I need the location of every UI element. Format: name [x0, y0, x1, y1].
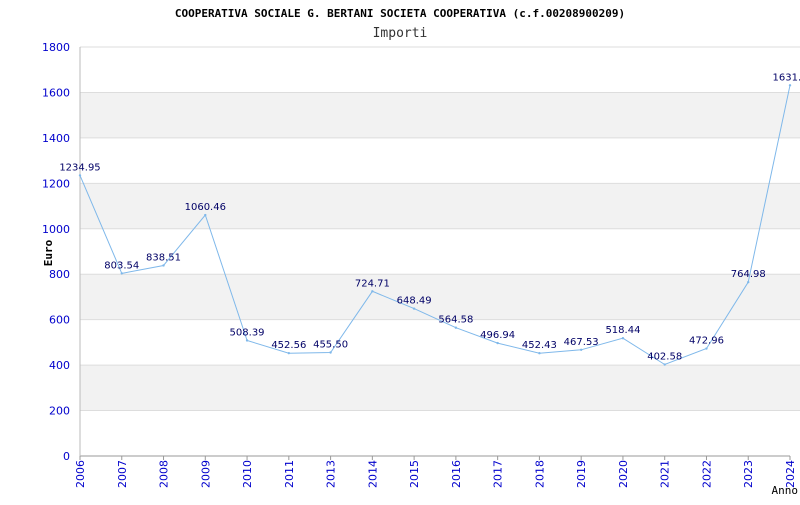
- x-tick-label: 2016: [450, 460, 463, 488]
- data-label: 648.49: [397, 296, 432, 307]
- x-tick-label: 2020: [617, 460, 630, 488]
- data-point: [622, 337, 624, 339]
- x-axis-label: Anno: [772, 484, 799, 497]
- y-tick-label: 600: [49, 314, 70, 327]
- x-tick-label: 2023: [742, 460, 755, 488]
- y-tick-label: 1600: [42, 86, 70, 99]
- data-point: [288, 352, 290, 354]
- y-tick-label: 0: [63, 450, 70, 463]
- y-tick-label: 200: [49, 405, 70, 418]
- x-tick-label: 2017: [492, 460, 505, 488]
- grid-band: [80, 365, 800, 410]
- y-tick-label: 400: [49, 359, 70, 372]
- x-tick-label: 2018: [533, 460, 546, 488]
- x-tick-label: 2010: [241, 460, 254, 488]
- x-tick-label: 2013: [325, 460, 338, 488]
- data-point: [121, 272, 123, 274]
- data-label: 764.98: [731, 269, 766, 280]
- grid-band: [80, 411, 800, 456]
- x-tick-label: 2006: [74, 460, 87, 488]
- data-label: 402.58: [647, 352, 682, 363]
- data-point: [496, 342, 498, 344]
- chart: 020040060080010001200140016001800 200620…: [0, 0, 800, 500]
- y-tick-label: 1400: [42, 132, 70, 145]
- x-tick-label: 2007: [116, 460, 129, 488]
- x-tick-label: 2019: [575, 460, 588, 488]
- data-label: 455.50: [313, 340, 348, 351]
- data-label: 496.94: [480, 330, 515, 341]
- data-label: 1060.46: [185, 202, 226, 213]
- data-label: 564.58: [438, 315, 473, 326]
- x-tick-label: 2022: [700, 460, 713, 488]
- x-tick-label: 2008: [158, 460, 171, 488]
- grid-band: [80, 92, 800, 137]
- data-point: [747, 281, 749, 283]
- data-label: 1234.95: [59, 162, 100, 173]
- y-tick-label: 1800: [42, 41, 70, 54]
- chart-subtitle: Importi: [373, 26, 428, 41]
- data-point: [329, 351, 331, 353]
- x-tick-label: 2014: [366, 460, 379, 488]
- x-tick-label: 2009: [199, 460, 212, 488]
- data-label: 452.56: [271, 340, 306, 351]
- data-point: [705, 347, 707, 349]
- chart-svg: 020040060080010001200140016001800 200620…: [0, 0, 800, 500]
- data-point: [789, 84, 791, 86]
- data-point: [455, 327, 457, 329]
- y-tick-label: 800: [49, 268, 70, 281]
- data-point: [664, 363, 666, 365]
- data-point: [538, 352, 540, 354]
- data-label: 724.71: [355, 278, 390, 289]
- data-label: 1631.4: [773, 72, 800, 83]
- data-point: [413, 307, 415, 309]
- data-point: [204, 214, 206, 216]
- data-label: 467.53: [564, 337, 599, 348]
- data-point: [79, 174, 81, 176]
- x-tick-label: 2011: [283, 460, 296, 488]
- y-tick-label: 1200: [42, 177, 70, 190]
- grid-bands: [80, 47, 800, 456]
- data-point: [580, 349, 582, 351]
- data-point: [371, 290, 373, 292]
- grid-band: [80, 138, 800, 183]
- data-label: 508.39: [230, 327, 265, 338]
- data-label: 472.96: [689, 336, 724, 347]
- data-label: 838.51: [146, 252, 181, 263]
- x-tick-labels: 2006 2007 2008 2009 2010 2011 2013 2014 2015 2016…: [74, 456, 797, 488]
- y-tick-label: 1000: [42, 223, 70, 236]
- x-tick-label: 2021: [659, 460, 672, 488]
- x-tick-label: 2015: [408, 460, 421, 488]
- chart-title: COOPERATIVA SOCIALE G. BERTANI SOCIETA C…: [175, 7, 625, 20]
- data-point: [162, 264, 164, 266]
- y-axis-label: Euro: [42, 239, 55, 266]
- data-label: 803.54: [104, 260, 139, 271]
- grid-band: [80, 274, 800, 319]
- data-label: 452.43: [522, 340, 557, 351]
- grid-band: [80, 47, 800, 92]
- data-label: 518.44: [605, 325, 640, 336]
- data-point: [246, 339, 248, 341]
